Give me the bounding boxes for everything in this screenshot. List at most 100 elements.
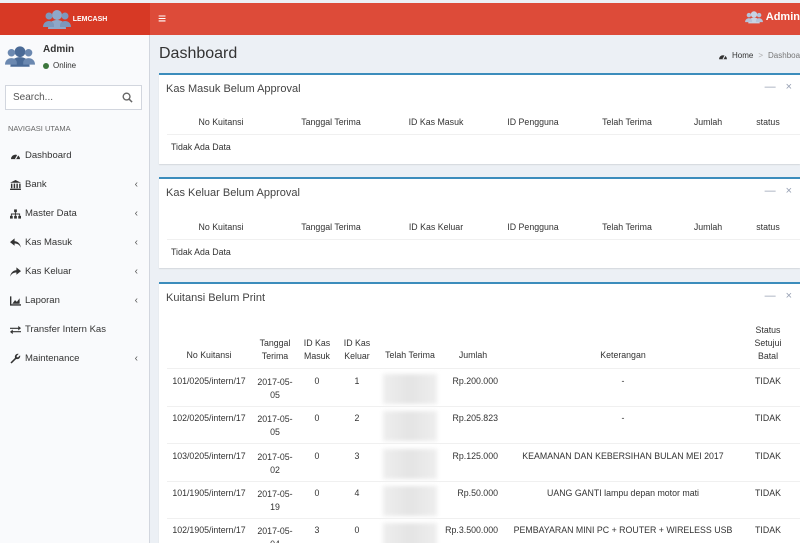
- sidebar-item-maintenance[interactable]: Maintenance ‹: [0, 344, 150, 373]
- cell-jumlah: Rp.125.000: [452, 451, 499, 461]
- hamburger-icon: ≡: [158, 10, 167, 26]
- cell-jumlah: Rp.200.000: [452, 376, 499, 386]
- redacted-telah-terima: [383, 486, 437, 516]
- user-avatar-icon: [5, 46, 35, 67]
- online-dot-icon: [43, 62, 49, 69]
- box-tools: — ×: [765, 81, 792, 93]
- column-header: Tanggal Terima: [301, 117, 361, 127]
- box-title: Kas Keluar Belum Approval: [166, 187, 300, 199]
- exchange-icon: [9, 324, 21, 336]
- sidebar-toggle-button[interactable]: ≡: [158, 11, 166, 25]
- column-header: ID Pengguna: [507, 222, 559, 232]
- sidebar-item-kas-masuk[interactable]: Kas Masuk ‹: [0, 228, 150, 257]
- column-header-status: Status Setujui Batal: [743, 324, 793, 363]
- cell-keterangan: PEMBAYARAN MINI PC + ROUTER + WIRELESS U…: [513, 525, 733, 535]
- user-panel: Admin Online: [0, 35, 150, 75]
- sidebar-item-transfer-intern-kas[interactable]: Transfer Intern Kas: [0, 315, 150, 344]
- collapse-icon[interactable]: —: [765, 81, 776, 93]
- date-part: 2017-05-: [257, 414, 293, 424]
- sidebar-item-dashboard[interactable]: Dashboard: [0, 141, 150, 170]
- collapse-icon[interactable]: —: [765, 290, 776, 302]
- cell-tanggal: 2017-05- 05: [253, 376, 297, 402]
- date-part: 2017-05-: [257, 452, 293, 462]
- date-part: 05: [270, 390, 280, 400]
- chevron-left-icon: ‹: [134, 295, 138, 306]
- chart-icon: [9, 295, 21, 307]
- redacted-telah-terima: [383, 411, 437, 441]
- page-title: Dashboard: [159, 45, 238, 62]
- share-icon: [9, 266, 21, 278]
- empty-message: Tidak Ada Data: [171, 142, 231, 152]
- dashboard-icon: [9, 150, 21, 162]
- user-menu[interactable]: Admin: [744, 10, 800, 24]
- search-icon[interactable]: [122, 92, 133, 106]
- sidebar-item-master-data[interactable]: Master Data ‹: [0, 199, 150, 228]
- close-icon[interactable]: ×: [786, 185, 792, 197]
- column-header-jumlah: Jumlah: [458, 350, 488, 360]
- breadcrumb-separator: >: [758, 51, 764, 60]
- redacted-telah-terima: [383, 374, 437, 404]
- kuitansi-belum-print-box: Kuitansi Belum Print — × No Kuitansi Tan…: [159, 282, 800, 543]
- date-part: 2017-05-: [257, 377, 293, 387]
- user-name: Admin: [43, 44, 75, 55]
- breadcrumb-home-link[interactable]: Home: [732, 51, 753, 60]
- cell-jumlah: Rp.3.500.000: [445, 525, 498, 535]
- sidebar-item-label: Kas Masuk: [25, 237, 72, 248]
- column-header: No Kuitansi: [198, 222, 244, 232]
- date-part: 2017-05-: [257, 526, 293, 536]
- app-logo[interactable]: LEMCASH: [0, 3, 150, 35]
- search-input[interactable]: [6, 86, 111, 109]
- cell-no-kuitansi: 101/1905/intern/17: [172, 488, 246, 498]
- column-header: status: [756, 117, 780, 127]
- sidebar-search: [5, 85, 142, 110]
- sidebar-menu: Dashboard Bank ‹ Master Data ‹ Kas Masuk…: [0, 141, 150, 373]
- sidebar-item-bank[interactable]: Bank ‹: [0, 170, 150, 199]
- cell-tanggal: 2017-05- 19: [253, 488, 297, 514]
- sidebar-item-label: Kas Keluar: [25, 266, 72, 277]
- divider: [167, 134, 800, 135]
- logo-users-icon: [42, 10, 71, 29]
- empty-message: Tidak Ada Data: [171, 247, 231, 257]
- user-status: Online: [43, 61, 76, 70]
- breadcrumb: Home > Dashboard: [718, 51, 800, 60]
- sidebar-item-laporan[interactable]: Laporan ‹: [0, 286, 150, 315]
- redacted-telah-terima: [383, 449, 437, 479]
- sidebar-item-label: Master Data: [25, 208, 77, 219]
- header-line: Status: [755, 325, 781, 335]
- chevron-left-icon: ‹: [134, 179, 138, 190]
- cell-tanggal: 2017-05- 05: [253, 413, 297, 439]
- close-icon[interactable]: ×: [786, 81, 792, 93]
- date-part: 05: [270, 427, 280, 437]
- column-header: Telah Terima: [602, 117, 652, 127]
- divider: [167, 368, 800, 369]
- cell-tanggal: 2017-05- 04: [253, 525, 297, 543]
- cell-id-kas-masuk: 0: [314, 451, 320, 461]
- reply-icon: [9, 237, 21, 249]
- header-line: ID Kas: [343, 338, 371, 348]
- chevron-left-icon: ‹: [134, 237, 138, 248]
- box-tools: — ×: [765, 290, 792, 302]
- column-header-no-kuitansi: No Kuitansi: [186, 350, 232, 360]
- column-header-telah-terima: Telah Terima: [385, 350, 435, 360]
- breadcrumb-current: Dashboard: [768, 51, 800, 60]
- divider: [167, 443, 800, 444]
- redacted-telah-terima: [383, 523, 437, 543]
- dashboard-icon: [718, 52, 728, 60]
- cell-no-kuitansi: 103/0205/intern/17: [172, 451, 246, 461]
- sidebar-item-kas-keluar[interactable]: Kas Keluar ‹: [0, 257, 150, 286]
- column-header: status: [756, 222, 780, 232]
- header-line: Tanggal: [259, 338, 291, 348]
- close-icon[interactable]: ×: [786, 290, 792, 302]
- chevron-left-icon: ‹: [134, 353, 138, 364]
- box-title: Kas Masuk Belum Approval: [166, 83, 301, 95]
- cell-id-kas-masuk: 0: [314, 376, 320, 386]
- chevron-left-icon: ‹: [134, 266, 138, 277]
- column-header: ID Pengguna: [507, 117, 559, 127]
- column-header-keterangan: Keterangan: [600, 350, 646, 360]
- cell-no-kuitansi: 102/0205/intern/17: [172, 413, 246, 423]
- collapse-icon[interactable]: —: [765, 185, 776, 197]
- divider: [167, 481, 800, 482]
- cell-id-kas-keluar: 0: [354, 525, 360, 535]
- cell-tanggal: 2017-05- 02: [253, 451, 297, 477]
- column-header: Tanggal Terima: [301, 222, 361, 232]
